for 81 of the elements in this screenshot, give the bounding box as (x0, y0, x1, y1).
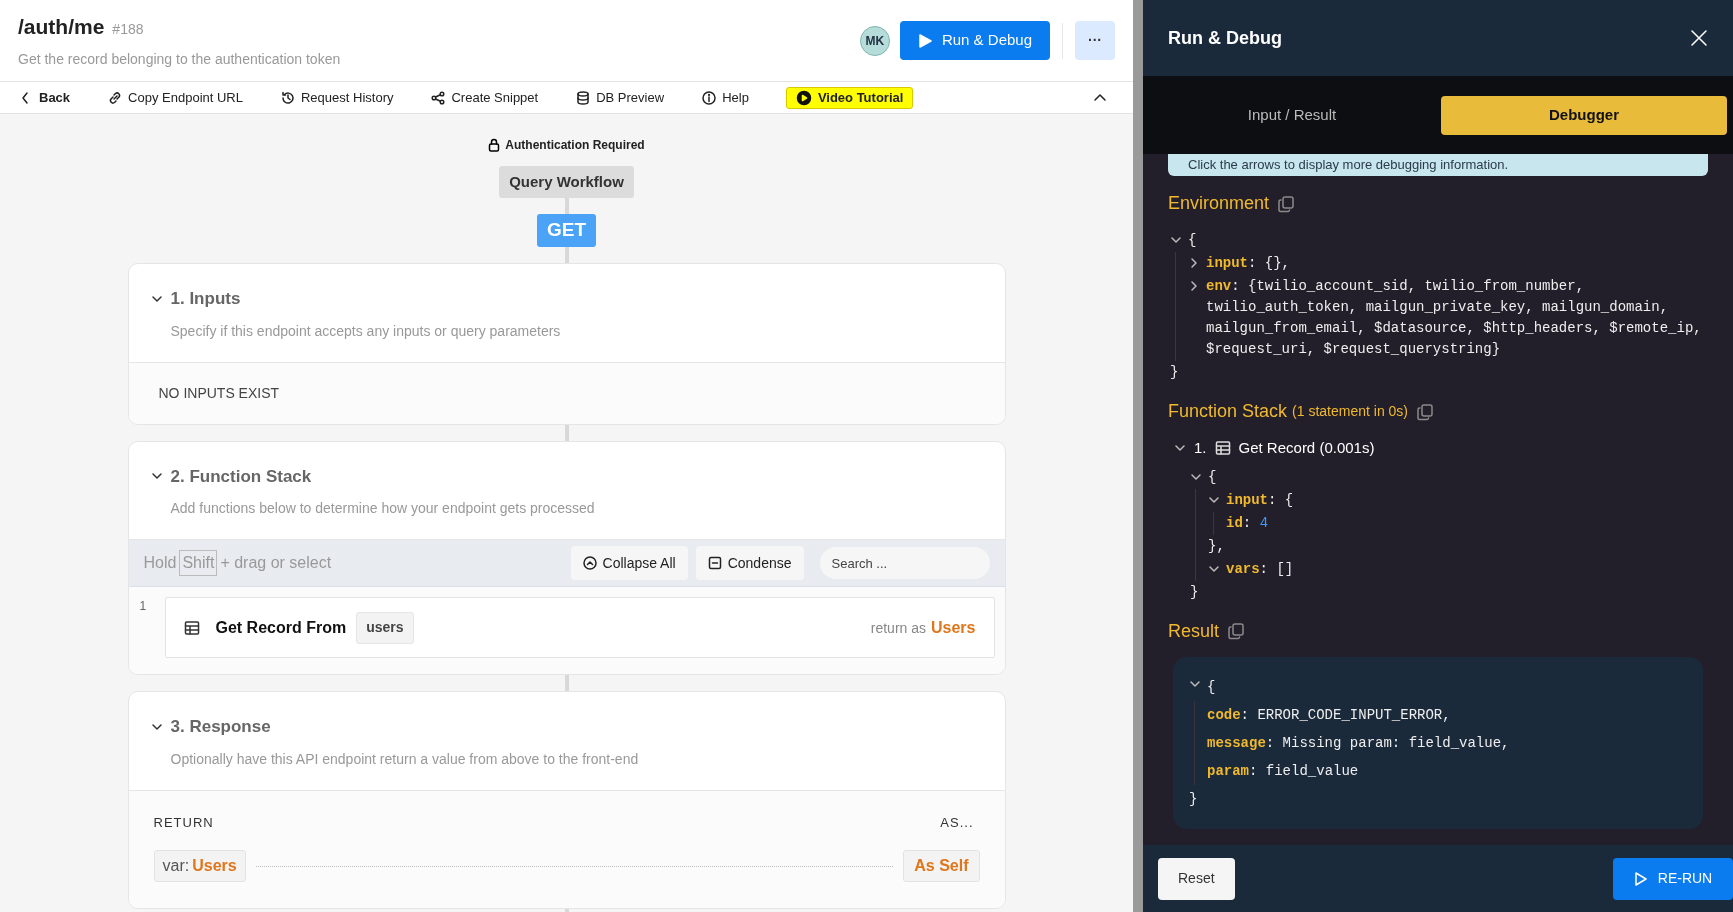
json-entry: id: 4 (1226, 513, 1270, 533)
json-entry: message: Missing param: field_value, (1207, 733, 1511, 753)
endpoint-id: #188 (112, 20, 144, 40)
json-brace: } (1189, 789, 1199, 809)
section-heading: Result (1168, 619, 1220, 643)
search-field[interactable]: Search ... (819, 547, 990, 579)
return-variable: Users (931, 617, 976, 638)
json-brace: } (1170, 363, 1180, 382)
lock-icon (488, 138, 501, 152)
drag-hint-text: + drag or select (220, 553, 332, 573)
copy-icon (1227, 622, 1246, 640)
toolbar-link[interactable]: Create Snippet (430, 87, 539, 108)
play-icon (917, 33, 932, 48)
panel-title: Run & Debug (1168, 26, 1282, 50)
json-entry: code: ERROR_CODE_INPUT_ERROR, (1207, 705, 1452, 725)
run-debug-button[interactable]: Run & Debug (899, 21, 1050, 60)
more-button[interactable]: ··· (1075, 21, 1115, 60)
section-heading: Function Stack (1168, 400, 1288, 423)
empty-inputs-text: NO INPUTS EXIST (158, 383, 280, 403)
json-entry: param: field_value (1207, 761, 1360, 781)
toolbar-link[interactable]: Copy Endpoint URL (107, 87, 243, 108)
condense-icon (707, 556, 722, 570)
info-icon (701, 89, 718, 106)
section-meta: (1 statement in 0s) (1292, 402, 1408, 421)
collapse-all-button[interactable]: Collapse All (570, 546, 688, 580)
database-icon (575, 89, 592, 106)
table-icon (1214, 440, 1231, 457)
line-number: 1 (138, 598, 148, 615)
method-badge: GET (536, 214, 597, 247)
json-brace: { (1207, 677, 1216, 697)
reset-button[interactable]: Reset (1158, 857, 1235, 900)
json-entry: input: { (1226, 490, 1295, 510)
auth-label: Authentication Required (505, 137, 645, 154)
panel-tab[interactable]: Debugger (1441, 95, 1727, 135)
json-brace: }, (1208, 536, 1226, 556)
scrollbar[interactable] (1133, 0, 1143, 912)
play-icon (1633, 871, 1648, 886)
workflow-badge: Query Workflow (499, 166, 634, 198)
section-title: 3. Response (170, 716, 271, 738)
collapse-icon (582, 556, 597, 570)
json-entry: vars: [] (1226, 559, 1295, 579)
toolbar-link[interactable]: Request History (280, 87, 394, 108)
table-tag: users (356, 611, 414, 644)
info-notice: Click the arrows to display more debugging information. (1168, 154, 1708, 176)
copy-icon (1277, 194, 1296, 213)
json-entry: env: {twilio_account_sid, twilio_from_number, twilio_auth_token, mailgun_private_key, mailgun_domain, mailgun_from_email, $datasource, $http_headers, $remote_ip, $request_uri, $request_querystring} (1206, 277, 1703, 359)
copy-icon (1416, 402, 1434, 421)
section-description: Specify if this endpoint accepts any inputs or query parameters (170, 321, 562, 341)
table-icon (183, 619, 200, 636)
toolbar-link[interactable]: Help (701, 87, 749, 108)
drag-hint-text: Hold (143, 553, 177, 573)
rerun-button[interactable]: RE-RUN (1613, 857, 1733, 900)
json-brace: { (1188, 231, 1197, 250)
return-variable-pill[interactable]: var: Users (153, 850, 246, 882)
section-heading: Environment (1168, 192, 1270, 215)
step-label: Get Record From (215, 617, 347, 638)
condense-button[interactable]: Condense (695, 546, 804, 580)
video-tutorial-button[interactable]: Video Tutorial (785, 86, 914, 109)
function-step[interactable]: Get Record From users return as Users (164, 597, 995, 658)
section-title: 1. Inputs (170, 288, 241, 310)
share-icon (430, 89, 447, 106)
as-label: AS... (940, 813, 974, 832)
return-as-text: return as (870, 618, 926, 638)
section-description: Add functions below to determine how your endpoint gets processed (170, 499, 596, 518)
panel-tab[interactable]: Input / Result (1149, 95, 1435, 135)
step-label: Get Record (0.001s) (1238, 438, 1375, 458)
back-link[interactable]: Back (18, 87, 71, 108)
user-avatar[interactable]: MK (859, 25, 890, 56)
section-title: 2. Function Stack (170, 465, 312, 488)
endpoint-title: /auth/me (18, 14, 105, 41)
return-label: RETURN (153, 813, 214, 832)
section-description: Optionally have this API endpoint return a value from above to the front-end (170, 749, 640, 769)
history-icon (280, 89, 296, 106)
step-number: 1. (1194, 438, 1207, 458)
play-icon (795, 89, 812, 106)
json-brace: { (1208, 467, 1217, 487)
endpoint-description: Get the record belonging to the authentication token (18, 49, 342, 69)
shift-key: Shift (179, 550, 218, 576)
json-brace: } (1190, 582, 1200, 602)
json-entry: input: {}, (1206, 254, 1292, 273)
toolbar-link[interactable]: DB Preview (575, 87, 665, 108)
